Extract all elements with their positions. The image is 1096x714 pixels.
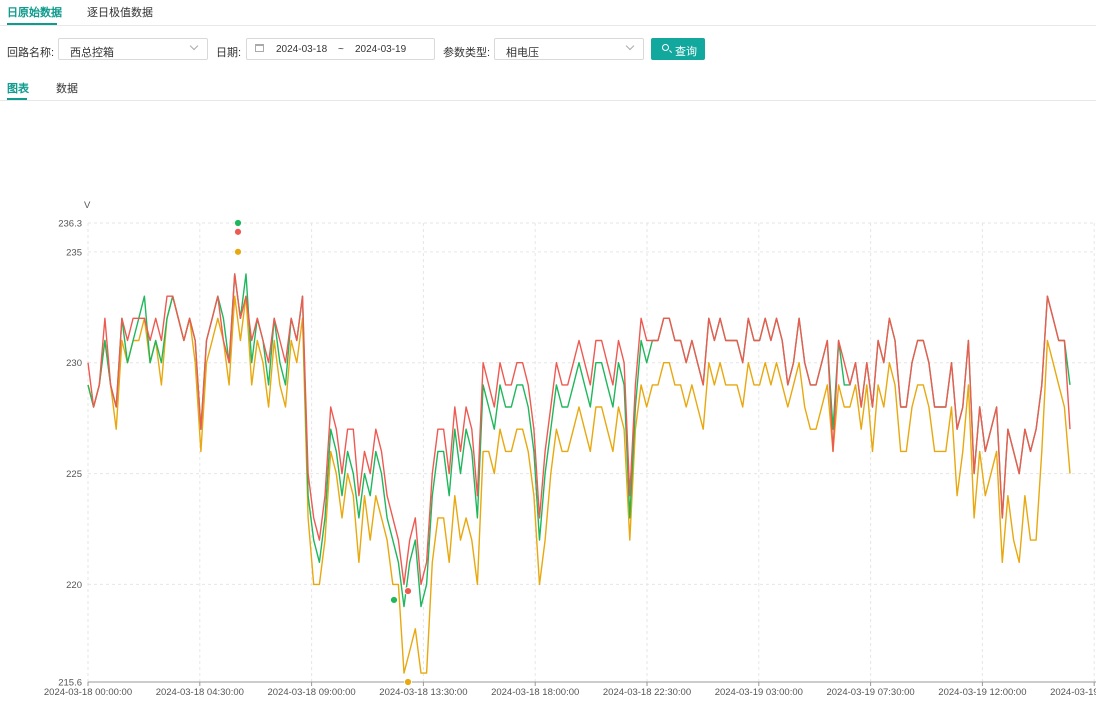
y-axis-unit-label: V (84, 200, 91, 211)
date-end[interactable]: 2024-03-19 (355, 44, 406, 55)
series-line (87, 273, 1071, 608)
filter-bar: 回路名称: 西总控箱 日期: 2024-03-18 ~ 2024-03-19 参… (0, 38, 1096, 62)
tab-daily-raw-data[interactable]: 日原始数据 (7, 4, 62, 20)
param-type-label: 参数类型: (443, 47, 491, 59)
active-subtab-indicator (7, 98, 27, 100)
tab-daily-extreme-data[interactable]: 逐日极值数据 (87, 4, 153, 20)
y-tick-label: 220 (66, 580, 82, 591)
active-tab-indicator (7, 23, 57, 25)
x-tick-label: 2024-03-19 12:00:00 (938, 687, 1026, 698)
x-tick-label: 2024-03-18 04:30:00 (156, 687, 244, 698)
series-line (87, 295, 1071, 674)
extreme-point-marker (390, 596, 398, 604)
param-type-select[interactable]: 相电压 (494, 38, 644, 60)
circuit-select-value: 西总控箱 (70, 47, 114, 59)
query-button-label: 查询 (675, 46, 697, 58)
series-line (87, 273, 1071, 586)
y-tick-label: 225 (66, 469, 82, 480)
extreme-point-marker (404, 678, 412, 686)
circuit-label: 回路名称: (7, 47, 55, 59)
param-type-select-value: 相电压 (506, 47, 539, 59)
x-tick-label: 2024-03-18 09:00:00 (267, 687, 355, 698)
x-tick-label: 2024-03-18 00:00:00 (44, 687, 132, 698)
date-start[interactable]: 2024-03-18 (276, 44, 327, 55)
x-tick-label: 2024-03-19 03:00:00 (715, 687, 803, 698)
y-tick-label: 235 (66, 247, 82, 258)
query-button[interactable]: 查询 (651, 38, 705, 60)
voltage-line-chart: V215.6220225230235236.32024-03-18 00:00:… (44, 200, 1096, 698)
top-tab-bar: 日原始数据 逐日极值数据 (0, 0, 1096, 26)
tab-data[interactable]: 数据 (56, 80, 78, 96)
y-tick-label: 236.3 (58, 219, 82, 230)
extreme-point-marker (234, 219, 242, 227)
date-separator: ~ (338, 44, 344, 55)
circuit-select[interactable]: 西总控箱 (58, 38, 208, 60)
x-tick-label: 2024-03-19 16:30:00 (1050, 687, 1096, 698)
search-icon (662, 44, 669, 51)
tab-chart[interactable]: 图表 (7, 80, 29, 96)
y-tick-label: 230 (66, 358, 82, 369)
extreme-point-marker (234, 227, 242, 236)
extreme-point-marker (404, 587, 412, 595)
x-tick-label: 2024-03-18 18:00:00 (491, 687, 579, 698)
extreme-point-marker (234, 247, 242, 256)
view-tab-bar: 图表 数据 (0, 75, 1096, 101)
calendar-icon (255, 44, 264, 52)
x-tick-label: 2024-03-19 07:30:00 (826, 687, 914, 698)
chevron-down-icon (625, 41, 635, 51)
date-label: 日期: (216, 47, 242, 59)
date-range-picker[interactable]: 2024-03-18 ~ 2024-03-19 (246, 38, 435, 60)
x-tick-label: 2024-03-18 13:30:00 (379, 687, 467, 698)
chevron-down-icon (189, 41, 199, 51)
x-tick-label: 2024-03-18 22:30:00 (603, 687, 691, 698)
